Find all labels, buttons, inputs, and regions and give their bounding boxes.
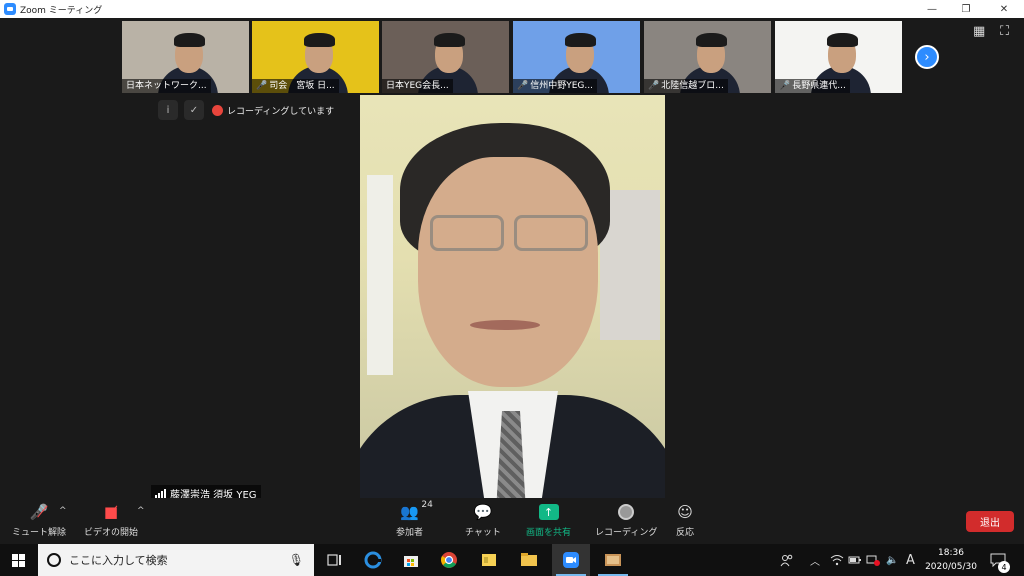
participant-name: 🎤 司会 宮坂 日...	[252, 79, 339, 93]
participant-hair	[304, 32, 336, 47]
zoom-icon[interactable]	[552, 544, 590, 576]
ime-indicator[interactable]: A	[906, 544, 915, 576]
participant-name: 日本YEG会長...	[382, 79, 453, 93]
participant-name: 🎤 北陸信越ブロ...	[644, 79, 728, 93]
mic-muted-icon: 🎤	[648, 81, 660, 91]
participant-hair	[827, 32, 859, 47]
taskbar-clock[interactable]: 18:36 2020/05/30	[924, 546, 978, 574]
search-placeholder: ここに入力して検索	[69, 554, 168, 567]
unmute-label: ミュート解除	[12, 528, 67, 538]
recording-bar: i ✓ レコーディングしています	[158, 100, 334, 120]
leave-meeting-button[interactable]: 退出	[966, 511, 1014, 532]
zoom-logo-icon	[4, 3, 16, 15]
participant-name: 🎤 信州中野YEG...	[513, 79, 597, 93]
windows-logo-icon	[11, 553, 25, 567]
network-alert-icon[interactable]	[866, 544, 880, 576]
wall-poster	[367, 175, 393, 375]
reactions-button[interactable]: ☺ 反応	[676, 502, 694, 538]
participants-button[interactable]: 👥 24 参加者	[396, 500, 433, 538]
speaker-glasses	[422, 215, 592, 253]
microphone-icon[interactable]: 🎙	[289, 553, 304, 567]
file-explorer-icon[interactable]	[510, 544, 548, 576]
window-titlebar: Zoom ミーティング — ❐ ✕	[0, 0, 1024, 18]
clock-time: 18:36	[938, 548, 964, 558]
shield-check-icon[interactable]: ✓	[184, 100, 204, 120]
participant-thumbnail[interactable]: 日本YEG会長...	[382, 21, 509, 93]
participants-icon: 👥 24	[400, 500, 433, 521]
mic-muted-icon: 🎤	[517, 81, 529, 91]
share-screen-icon: ↑	[538, 504, 559, 520]
photo-app-icon[interactable]	[594, 544, 632, 576]
participant-name: 🎤 長野県連代...	[775, 79, 850, 93]
recording-indicator: レコーディングしています	[212, 104, 334, 117]
record-icon	[618, 504, 635, 520]
edge-icon[interactable]	[354, 544, 392, 576]
notification-count-badge: 4	[998, 561, 1010, 573]
unmute-button[interactable]: 🎤̸ ミュート解除	[12, 502, 66, 538]
clock-date: 2020/05/30	[925, 562, 977, 572]
mic-muted-icon: 🎤̸	[29, 503, 49, 521]
participants-label: 参加者	[396, 528, 424, 538]
participant-thumbnail[interactable]: 🎤 長野県連代...	[775, 21, 902, 93]
volume-icon[interactable]: 🔈	[886, 544, 898, 576]
active-speaker-video	[360, 95, 665, 501]
info-icon[interactable]: i	[158, 100, 178, 120]
chat-icon: 💬	[473, 503, 493, 521]
participant-name: 日本ネットワーク...	[122, 79, 211, 93]
start-video-label: ビデオの開始	[84, 528, 139, 538]
chat-button[interactable]: 💬 チャット	[465, 502, 501, 538]
record-button[interactable]: レコーディング	[595, 502, 657, 538]
close-button[interactable]: ✕	[984, 0, 1024, 18]
start-button[interactable]	[0, 544, 36, 576]
windows-taskbar: ここに入力して検索 🎙 ︿ 🔈 A 18:36 2020/05/30 4	[0, 544, 1024, 576]
sticky-notes-icon[interactable]	[470, 544, 508, 576]
chevron-up-icon[interactable]: ︿	[810, 544, 820, 576]
wifi-icon[interactable]	[830, 544, 844, 576]
reactions-label: 反応	[676, 528, 695, 538]
participant-hair	[696, 32, 728, 47]
reaction-emoji-icon: ☺	[677, 503, 693, 521]
meeting-toolbar: 🎤̸ ミュート解除 ^ ■̸ ビデオの開始 ^ 👥 24 参加者 💬 チャット ↑…	[0, 498, 1024, 544]
next-page-button[interactable]: ›	[915, 45, 939, 69]
battery-icon[interactable]	[848, 544, 862, 576]
store-icon[interactable]	[392, 544, 430, 576]
recording-label: レコーディングしています	[227, 106, 335, 117]
video-options-caret[interactable]: ^	[137, 506, 145, 516]
participant-thumbnail[interactable]: 🎤 北陸信越ブロ...	[644, 21, 771, 93]
participant-hair	[434, 32, 466, 47]
window-title: Zoom ミーティング	[20, 5, 103, 16]
chrome-icon[interactable]	[430, 544, 468, 576]
mic-muted-icon: 🎤	[256, 81, 268, 91]
participant-hair	[565, 32, 597, 47]
start-video-button[interactable]: ■̸ ビデオの開始	[84, 502, 138, 538]
participant-thumbnail[interactable]: 日本ネットワーク...	[122, 21, 249, 93]
taskbar-search-box[interactable]: ここに入力して検索 🎙	[38, 544, 314, 576]
speaker-face	[418, 157, 598, 387]
share-screen-button[interactable]: ↑ 画面を共有	[526, 502, 571, 538]
video-off-icon: ■̸	[103, 503, 119, 521]
participant-thumbnail[interactable]: 🎤 信州中野YEG...	[513, 21, 640, 93]
fullscreen-icon[interactable]: ⛶	[1000, 24, 1009, 39]
people-icon[interactable]	[780, 544, 794, 576]
mic-muted-icon: 🎤	[779, 81, 791, 91]
participant-thumbnail[interactable]: 🎤 司会 宮坂 日...	[252, 21, 379, 93]
meeting-stage: ▦ ⛶ 日本ネットワーク... 🎤 司会 宮坂 日... 日本YEG会長... 🎤…	[0, 18, 1024, 544]
participants-count: 24	[421, 500, 433, 510]
chat-label: チャット	[465, 528, 501, 538]
share-screen-label: 画面を共有	[526, 528, 572, 538]
task-view-icon[interactable]	[316, 544, 354, 576]
recording-dot-icon	[212, 104, 223, 116]
restore-button[interactable]: ❐	[946, 0, 986, 18]
signal-strength-icon	[155, 488, 166, 498]
record-label: レコーディング	[595, 528, 658, 538]
gallery-view-icon[interactable]: ▦	[973, 24, 985, 39]
cortana-icon	[47, 553, 61, 567]
speaker-mouth	[470, 320, 540, 330]
audio-options-caret[interactable]: ^	[59, 506, 67, 516]
participant-hair	[174, 32, 206, 47]
